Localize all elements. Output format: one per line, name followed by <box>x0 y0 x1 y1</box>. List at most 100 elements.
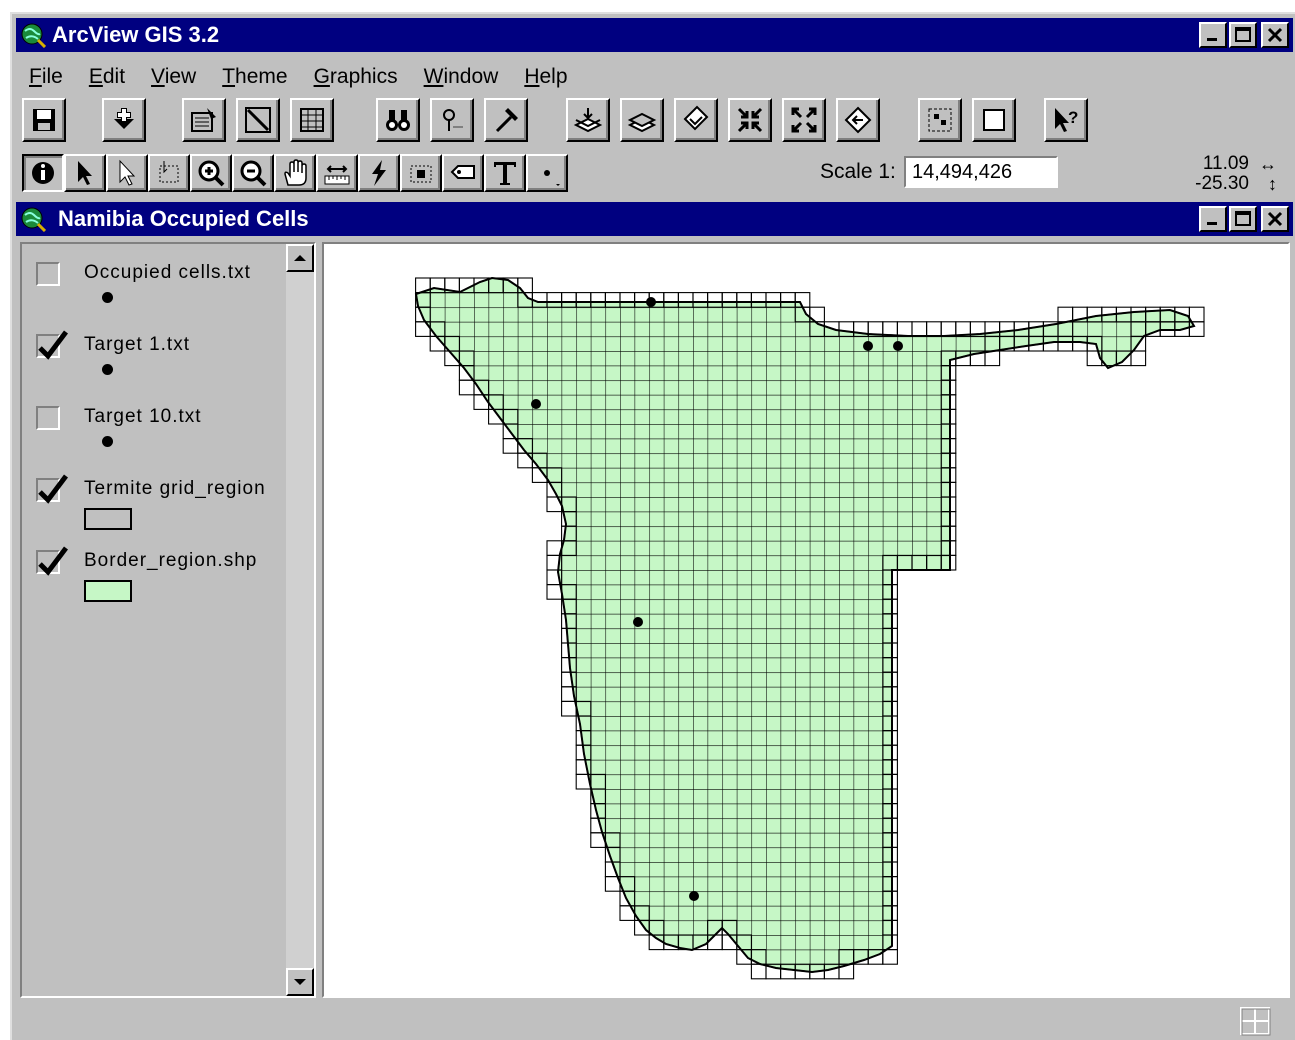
grid-cell <box>1188 306 1205 323</box>
termite-grid-cells <box>415 277 1205 980</box>
toc-scrollbar[interactable] <box>286 244 314 996</box>
view-titlebar: Namibia Occupied Cells <box>16 202 1293 236</box>
label-tag-icon <box>450 165 475 179</box>
save-project-button[interactable] <box>22 98 66 142</box>
coordinate-x: 11.09 <box>1202 153 1249 174</box>
map-canvas[interactable] <box>324 244 1288 996</box>
view-close-button[interactable] <box>1261 206 1289 232</box>
arcview-globe-icon <box>21 23 46 48</box>
select-feature-icon <box>159 161 179 183</box>
hotlink-tool[interactable] <box>358 154 400 192</box>
app-title: ArcView GIS 3.2 <box>52 22 220 47</box>
arrow-pointer-icon <box>78 161 92 185</box>
view-maximize-button[interactable] <box>1229 206 1257 232</box>
identify-tool[interactable] <box>22 154 64 192</box>
app-close-button[interactable] <box>1261 22 1289 48</box>
minimize-icon <box>1207 38 1217 41</box>
edit-legend-button[interactable] <box>236 98 280 142</box>
menu-window[interactable]: Window <box>411 65 512 89</box>
select-features-icon <box>928 108 952 132</box>
window-layout-icon <box>1240 1007 1271 1036</box>
pointer-tool[interactable] <box>64 154 106 192</box>
pan-tool[interactable] <box>274 154 316 192</box>
select-feature-tool[interactable] <box>148 154 190 192</box>
point-icon <box>544 170 560 186</box>
grid-cell <box>561 700 577 717</box>
point-feature <box>893 341 903 351</box>
add-theme-button[interactable] <box>102 98 146 142</box>
zoom-to-selected-button[interactable] <box>674 98 718 142</box>
arrows-in-icon <box>737 107 763 133</box>
grid-cell <box>926 321 942 337</box>
maximize-icon <box>1235 211 1251 226</box>
label-tool[interactable] <box>442 154 484 192</box>
menu-view[interactable]: View <box>138 65 209 89</box>
locate-address-button[interactable] <box>430 98 474 142</box>
draw-point-tool[interactable] <box>526 154 568 192</box>
theme-visibility-checkbox[interactable] <box>36 474 68 504</box>
menu-edit-label: Edit <box>88 65 126 88</box>
zoom-in-fixed-button[interactable] <box>728 98 772 142</box>
open-attribute-table-button[interactable] <box>290 98 334 142</box>
measure-icon <box>324 165 350 185</box>
grid-cell <box>896 321 913 337</box>
info-icon <box>32 162 54 184</box>
theme-visibility-checkbox[interactable] <box>36 546 68 576</box>
svg-text:?: ? <box>1068 108 1078 127</box>
area-of-interest-tool[interactable] <box>400 154 442 192</box>
scroll-up-button[interactable] <box>286 244 314 272</box>
arrows-out-icon <box>791 107 817 133</box>
arcview-window: ArcView GIS 3.2 File Edit View Theme Gra… <box>10 12 1295 1040</box>
grid-cell <box>546 584 563 600</box>
scroll-track[interactable] <box>286 272 314 968</box>
zoom-in-icon <box>198 160 225 187</box>
scale-input[interactable] <box>904 156 1058 188</box>
theme-name: Target 10.txt <box>84 406 202 427</box>
find-button[interactable] <box>376 98 420 142</box>
zoom-out-fixed-button[interactable] <box>782 98 826 142</box>
grid-cell <box>984 350 1001 367</box>
zoom-out-tool[interactable] <box>232 154 274 192</box>
query-builder-button[interactable] <box>484 98 528 142</box>
point-feature <box>863 341 873 351</box>
grid-cell <box>502 438 519 454</box>
menu-edit[interactable]: Edit <box>76 65 138 89</box>
zoom-in-tool[interactable] <box>190 154 232 192</box>
grid-cells-fill <box>416 278 1194 972</box>
menu-theme-label: Theme <box>222 65 288 88</box>
menu-file-label: File <box>29 65 63 88</box>
select-features-button[interactable] <box>918 98 962 142</box>
zoom-to-full-extent-button[interactable] <box>566 98 610 142</box>
scroll-down-button[interactable] <box>286 968 314 996</box>
view-minimize-button[interactable] <box>1199 206 1227 232</box>
menu-graphics[interactable]: Graphics <box>301 65 411 89</box>
view-title: Namibia Occupied Cells <box>58 206 309 231</box>
app-maximize-button[interactable] <box>1229 22 1257 48</box>
text-tool[interactable] <box>484 154 526 192</box>
map-display[interactable] <box>322 242 1290 998</box>
theme-properties-button[interactable] <box>182 98 226 142</box>
menu-file[interactable]: File <box>16 65 76 89</box>
menu-help[interactable]: Help <box>511 65 580 89</box>
app-minimize-button[interactable] <box>1199 22 1227 48</box>
zoom-to-active-themes-button[interactable] <box>620 98 664 142</box>
checkmark-icon <box>38 474 68 504</box>
add-theme-icon <box>114 108 134 129</box>
minimize-icon <box>1207 222 1217 225</box>
floppy-disk-icon <box>33 109 55 131</box>
theme-visibility-checkbox[interactable] <box>36 406 60 430</box>
theme-visibility-checkbox[interactable] <box>36 262 60 286</box>
menu-theme[interactable]: Theme <box>209 65 300 89</box>
menu-window-label: Window <box>423 65 499 88</box>
zoom-previous-button[interactable] <box>836 98 880 142</box>
measure-tool[interactable] <box>316 154 358 192</box>
help-button[interactable]: ? <box>1044 98 1088 142</box>
fill-symbol <box>84 580 132 602</box>
menu-graphics-label: Graphics <box>313 65 398 88</box>
menu-bar: File Edit View Theme Graphics Window Hel… <box>16 60 581 94</box>
clear-selection-button[interactable] <box>972 98 1016 142</box>
hand-icon <box>284 159 307 186</box>
arrow-up-icon <box>294 255 306 261</box>
theme-visibility-checkbox[interactable] <box>36 330 68 360</box>
vertex-edit-tool[interactable] <box>106 154 148 192</box>
